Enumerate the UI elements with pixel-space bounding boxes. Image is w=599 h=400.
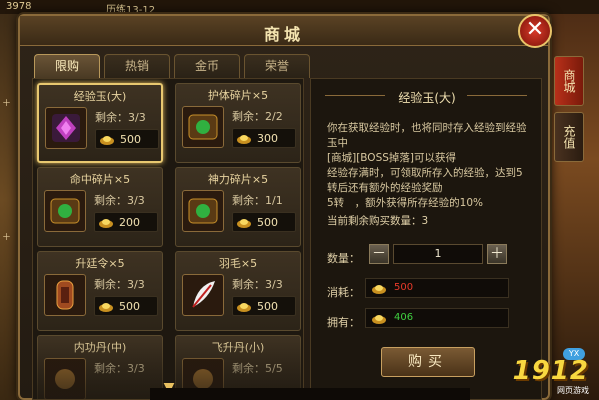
gold-ingot-icon bbox=[99, 219, 113, 228]
desc-line: 经验存满时，可领取所存入的经验，达到5转后还有额外的经验奖励 bbox=[327, 167, 523, 194]
tab-gold[interactable]: 金币 bbox=[174, 54, 240, 78]
game-screen: 3978 历练13-12 ＋ ＋ 商城 ✕ 限购 热销 金币 荣誉 经验玉(大)… bbox=[0, 0, 599, 400]
item-card[interactable]: 羽毛×5 剩余：3/3 500 bbox=[175, 251, 301, 331]
tab-hot[interactable]: 热销 bbox=[104, 54, 170, 78]
close-button[interactable]: ✕ bbox=[518, 14, 552, 48]
cost-box: 500 bbox=[365, 278, 509, 298]
shard-icon bbox=[182, 190, 224, 232]
quantity-plus-button[interactable]: ＋ bbox=[487, 244, 507, 264]
gold-ingot-icon bbox=[237, 135, 251, 144]
desc-line: 5转 ，额外获得所存经验的10% bbox=[327, 197, 484, 209]
price-box: 500 bbox=[232, 296, 296, 316]
item-price: 500 bbox=[119, 300, 140, 313]
feather-icon bbox=[182, 274, 224, 316]
shard-icon bbox=[44, 190, 86, 232]
item-card[interactable]: 命中碎片×5 剩余：3/3 200 bbox=[37, 167, 163, 247]
gold-ingot-icon bbox=[372, 315, 386, 324]
gold-ingot-icon bbox=[372, 285, 386, 294]
owned-label: 拥有： bbox=[327, 316, 360, 329]
item-stock: 剩余：3/3 bbox=[95, 111, 146, 124]
gold-ingot-icon bbox=[100, 136, 114, 145]
edge-plus-icon[interactable]: ＋ bbox=[2, 96, 11, 109]
item-price: 500 bbox=[257, 300, 278, 313]
buy-button[interactable]: 购买 bbox=[381, 347, 475, 377]
item-stock: 剩余：3/3 bbox=[94, 278, 145, 291]
item-stock: 剩余：3/3 bbox=[94, 194, 145, 207]
shop-window: 商城 ✕ 限购 热销 金币 荣誉 经验玉(大) 剩余：3/3 500 护体碎片×5 剩余… bbox=[18, 14, 552, 400]
item-price: 500 bbox=[257, 216, 278, 229]
item-description: 你在获取经验时，也将同时存入经验到经验玉中 [商城][BOSS掉落]可以获得 经… bbox=[327, 121, 533, 211]
item-name: 神力碎片×5 bbox=[207, 173, 269, 186]
detail-title: 经验玉(大) bbox=[398, 91, 456, 105]
cost-label: 消耗： bbox=[327, 286, 360, 299]
site-logo-subtitle: 网页游戏 bbox=[557, 386, 589, 395]
item-card[interactable]: 升廷令×5 剩余：3/3 500 bbox=[37, 251, 163, 331]
tab-honor[interactable]: 荣誉 bbox=[244, 54, 310, 78]
desc-line: [商城][BOSS掉落]可以获得 bbox=[327, 152, 456, 164]
desc-line: 你在获取经验时，也将同时存入经验到经验玉中 bbox=[327, 122, 527, 149]
item-card[interactable]: 神力碎片×5 剩余：1/1 500 bbox=[175, 167, 301, 247]
site-logo: 1912 bbox=[512, 356, 589, 386]
item-stock: 剩余：2/2 bbox=[232, 110, 283, 123]
shard-icon bbox=[182, 106, 224, 148]
price-box: 300 bbox=[232, 128, 296, 148]
item-card[interactable]: 经验玉(大) 剩余：3/3 500 bbox=[37, 83, 163, 163]
item-price: 200 bbox=[119, 216, 140, 229]
item-grid: 经验玉(大) 剩余：3/3 500 护体碎片×5 剩余：2/2 300 命中碎片×5 剩余：3… bbox=[32, 78, 304, 400]
bottom-chat-strip bbox=[150, 388, 470, 400]
price-box: 500 bbox=[95, 129, 159, 149]
item-stock: 剩余：1/1 bbox=[232, 194, 283, 207]
remaining-purchases: 当前剩余购买数量：3 bbox=[327, 215, 429, 227]
quantity-label: 数量： bbox=[327, 252, 360, 265]
quantity-minus-button[interactable]: － bbox=[369, 244, 389, 264]
quantity-input[interactable]: 1 bbox=[393, 244, 483, 264]
shop-tabs: 限购 热销 金币 荣誉 bbox=[34, 54, 310, 78]
gold-ingot-icon bbox=[99, 303, 113, 312]
shop-title: 商城 bbox=[263, 25, 304, 44]
jade-icon bbox=[45, 107, 87, 149]
gold-ingot-icon bbox=[237, 219, 251, 228]
price-box: 200 bbox=[94, 212, 158, 232]
price-box: 500 bbox=[232, 212, 296, 232]
item-name: 护体碎片×5 bbox=[207, 89, 269, 102]
gold-ingot-icon bbox=[237, 303, 251, 312]
price-box: 500 bbox=[94, 296, 158, 316]
item-stock: 剩余：3/3 bbox=[232, 278, 283, 291]
item-card[interactable]: 护体碎片×5 剩余：2/2 300 bbox=[175, 83, 301, 163]
owned-value: 406 bbox=[394, 312, 414, 323]
item-detail-panel: 经验玉(大) 你在获取经验时，也将同时存入经验到经验玉中 [商城][BOSS掉落… bbox=[310, 78, 542, 400]
item-name: 羽毛×5 bbox=[218, 257, 258, 270]
token-icon bbox=[44, 274, 86, 316]
item-name: 升廷令×5 bbox=[75, 257, 125, 270]
item-price: 300 bbox=[257, 132, 278, 145]
owned-box: 406 bbox=[365, 308, 509, 328]
item-price: 500 bbox=[120, 133, 141, 146]
side-tab-shop[interactable]: 商城 bbox=[554, 56, 584, 106]
level-readout: 3978 bbox=[6, 1, 32, 12]
item-name: 经验玉(大) bbox=[73, 90, 127, 103]
cost-value: 500 bbox=[394, 282, 414, 293]
side-tab-recharge[interactable]: 充值 bbox=[554, 112, 584, 162]
tab-limited[interactable]: 限购 bbox=[34, 54, 100, 78]
item-name: 命中碎片×5 bbox=[69, 173, 131, 186]
shop-titlebar: 商城 bbox=[20, 16, 548, 46]
top-status-bar: 3978 历练13-12 bbox=[0, 0, 599, 16]
edge-plus-icon-2[interactable]: ＋ bbox=[2, 230, 11, 243]
